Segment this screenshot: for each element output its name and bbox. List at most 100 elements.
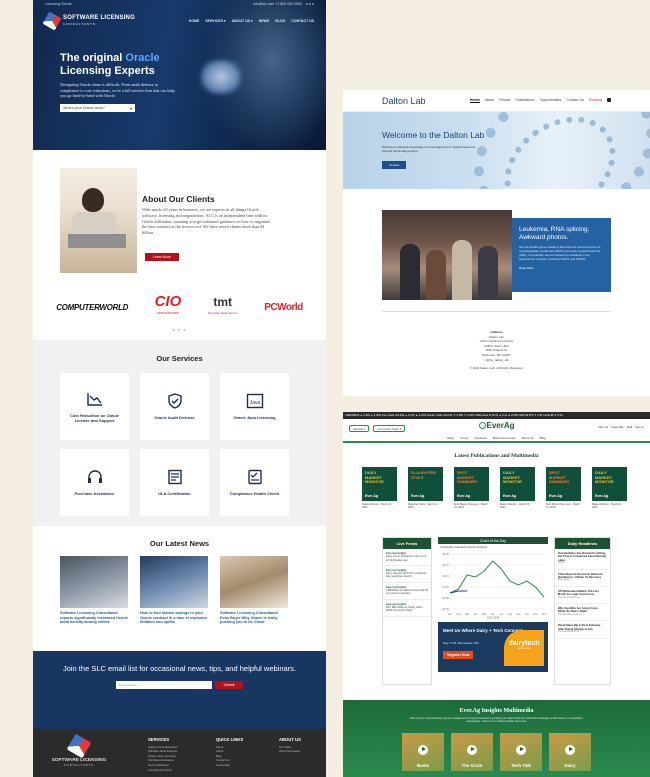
contact-button[interactable]: Contact: [382, 161, 407, 169]
headline-item[interactable]: US Wholesale Inflation Fell Last Month a…: [555, 587, 610, 605]
menu-dairy[interactable]: Dairy: [447, 436, 454, 441]
java-icon: Java: [246, 393, 263, 409]
slc-logo[interactable]: SOFTWARE LICENSING CONSULTANTS: [42, 11, 135, 31]
footer-link[interactable]: Leadership: [216, 763, 243, 768]
headline-item[interactable]: China Reports Economic Rebound But Worri…: [555, 570, 610, 587]
nav-contact[interactable]: CONTACT US: [291, 19, 314, 23]
live-feeds-panel: Live Feeds Ever.Ag Insights Dairy cow in …: [382, 537, 432, 685]
commodity-news-dropdown[interactable]: Commodity News ▾: [373, 425, 406, 432]
nav-home[interactable]: HOME: [189, 19, 200, 23]
register-now-button[interactable]: Register Now: [443, 651, 474, 659]
dairytech-promo[interactable]: Meet Us Where Dairy + Tech Connect May 1…: [438, 622, 548, 672]
service-card-purchase-assistance[interactable]: Purchase Assistance: [60, 449, 129, 516]
play-icon[interactable]: [467, 744, 477, 755]
podcast-card[interactable]: The Grain: [451, 732, 493, 771]
news-card[interactable]: Software Licensing Consultants reports s…: [60, 556, 128, 625]
publication-card[interactable]: SPOT MARKET SUMMARY Ever.Ag Spot Market Su…: [454, 467, 489, 509]
services-section: Our Services Cost Reduction on Oracle Li…: [33, 340, 326, 526]
menu-crops[interactable]: Crops: [460, 436, 468, 441]
about-title: About Our Clients: [142, 194, 215, 204]
insights-multimedia: Ever.Ag Insights Multimedia Ever.Ag is a…: [343, 700, 650, 777]
nav-services[interactable]: SERVICES ▾: [205, 19, 225, 23]
nav-news[interactable]: NEWS: [259, 19, 270, 23]
nav-people[interactable]: People: [499, 98, 510, 103]
news-card[interactable]: How to find hidden savings in your Oracl…: [140, 556, 208, 625]
headline-item[interactable]: Retail Sales Dip 0.4% in February After …: [555, 621, 610, 639]
nav-about[interactable]: ABOUT US ▾: [232, 19, 253, 23]
cube-logo-icon: [66, 733, 92, 759]
topbar-left[interactable]: Licensing Clients: [45, 2, 71, 6]
hero-screen-glow: [201, 60, 241, 94]
dalton-brand[interactable]: Dalton Lab: [382, 96, 426, 106]
feed-item[interactable]: Ever.Ag Insights Dairy: Exports fall 0.5%…: [383, 566, 431, 583]
nav-publications[interactable]: Publications: [515, 98, 534, 103]
chart-down-icon: [86, 392, 102, 406]
publication-card[interactable]: DAILY MARKET MONITOR Ever.Ag Market Monito…: [500, 467, 535, 509]
feed-item[interactable]: Ever.Ag Insights Why Barn Bills Are Going…: [383, 600, 431, 617]
y-tick-label: $3.05: [443, 596, 450, 600]
podcast-card[interactable]: Basis: [402, 732, 444, 771]
slc-logo-text: SOFTWARE LICENSING CONSULTANTS: [63, 15, 135, 26]
news-image: [140, 556, 208, 608]
everag-logo[interactable]: EverAg: [478, 421, 515, 430]
footer-link[interactable]: Client Successes: [279, 749, 301, 754]
footer-services-column: SERVICES Support Cost Reduction Software…: [148, 737, 178, 773]
podcast-card[interactable]: Dairy: [549, 732, 591, 771]
email-input[interactable]: Email Address: [115, 681, 212, 689]
service-card-cost-reduction[interactable]: Cost Reduction on Oracle License and Sup…: [60, 373, 129, 440]
nav-contact[interactable]: Contact Us: [566, 98, 584, 103]
tmt-logo: tmt Technology Media Telecom: [207, 294, 238, 315]
nav-funding[interactable]: Funding: [589, 98, 602, 103]
service-card-compliance-check[interactable]: Compliance Health Check: [220, 449, 289, 516]
service-card-ula-certification[interactable]: ULA Certification: [140, 449, 209, 516]
publication-card[interactable]: SLAUGHTER STATS Ever.Ag Slaughter Stats - …: [408, 467, 443, 509]
feed-item[interactable]: Ever.Ag Insights CME Butter Fu Rally clos…: [383, 583, 431, 600]
dalton-nav: Dalton Lab Home About People Publication…: [343, 90, 650, 112]
menu-blog[interactable]: Blog: [540, 436, 546, 441]
menu-livestock[interactable]: Livestock: [474, 436, 487, 441]
publication-card[interactable]: DAILY MARKET MONITOR Ever.Ag Market Monito…: [362, 467, 397, 509]
publication-card[interactable]: DAILY MARKET MONITOR Ever.Ag Market Monito…: [592, 467, 627, 509]
publications-title: Latest Publications and Multimedia: [454, 453, 539, 459]
headline-item[interactable]: Why Gas Bills Are Going Crazy - While th…: [555, 604, 610, 622]
publications-row: DAILY MARKET MONITOR Ever.Ag Market Monito…: [343, 467, 650, 509]
nav-opportunities[interactable]: Opportunities: [540, 98, 561, 103]
headline-item[interactable]: Homebuilders See Demand Is Hitting, but …: [555, 549, 610, 570]
social-icons[interactable]: ● ● ●: [306, 2, 314, 6]
website-dropdown[interactable]: Website ▾: [349, 425, 370, 432]
nav-blog[interactable]: BLOG: [275, 19, 285, 23]
learn-more-button[interactable]: Learn More: [145, 253, 179, 261]
submit-button[interactable]: Submit: [214, 681, 244, 689]
everag-columns: Live Feeds Ever.Ag Insights Dairy cow in …: [382, 537, 611, 692]
nav-about[interactable]: About: [485, 98, 494, 103]
topbar-contact[interactable]: Info@slc.com +1 800 000 0000: [253, 2, 302, 6]
menu-about[interactable]: About Us: [521, 436, 533, 441]
svg-text:Java: Java: [249, 400, 260, 406]
podcast-card[interactable]: Tech Talk: [500, 732, 542, 771]
start-up-link[interactable]: Start Up: [598, 425, 608, 429]
twitter-link[interactable]: ▪ @jhu_dalton_lab: [343, 358, 650, 363]
x-tick-label: Dec: [542, 612, 547, 616]
publication-card[interactable]: SPOT MARKET SUMMARY Ever.Ag Spot Market Su…: [546, 467, 581, 509]
dalton-footer: Address Dalton Lab Johns Hopkins Univers…: [343, 330, 650, 371]
footer-logo[interactable]: SOFTWARE LICENSING CONSULTANTS: [46, 733, 112, 768]
play-icon[interactable]: [565, 744, 575, 755]
staff-link[interactable]: Staff: [627, 425, 633, 429]
news-card[interactable]: Software Licensing Consultants' Evan Boy…: [220, 556, 288, 625]
oracle-issue-select[interactable]: What's your Oracle issue? ▾: [60, 104, 135, 112]
sign-in-link[interactable]: Sign In: [635, 425, 644, 429]
github-icon[interactable]: [607, 98, 611, 102]
feature-desc: Our lab studies gene mutations that driv…: [519, 245, 601, 261]
nav-home[interactable]: Home: [469, 98, 480, 103]
read-more-link[interactable]: Read More: [519, 266, 604, 270]
subscribe-link[interactable]: Subscribe: [611, 425, 623, 429]
menu-macro[interactable]: Macroeconomics: [493, 436, 516, 441]
play-icon[interactable]: [418, 744, 428, 755]
service-card-java-licensing[interactable]: Java Oracle Java Licensing: [220, 373, 289, 440]
play-icon[interactable]: [516, 744, 526, 755]
carousel-dots[interactable]: ● ● ●: [33, 327, 326, 332]
footer-link[interactable]: Compliance Check: [148, 768, 178, 773]
x-tick-label: Nov: [533, 612, 538, 616]
service-card-audit-defense[interactable]: Oracle Audit Defense: [140, 373, 209, 440]
feed-item[interactable]: Ever.Ag Insights Dairy cow in Florida thi…: [383, 549, 431, 566]
